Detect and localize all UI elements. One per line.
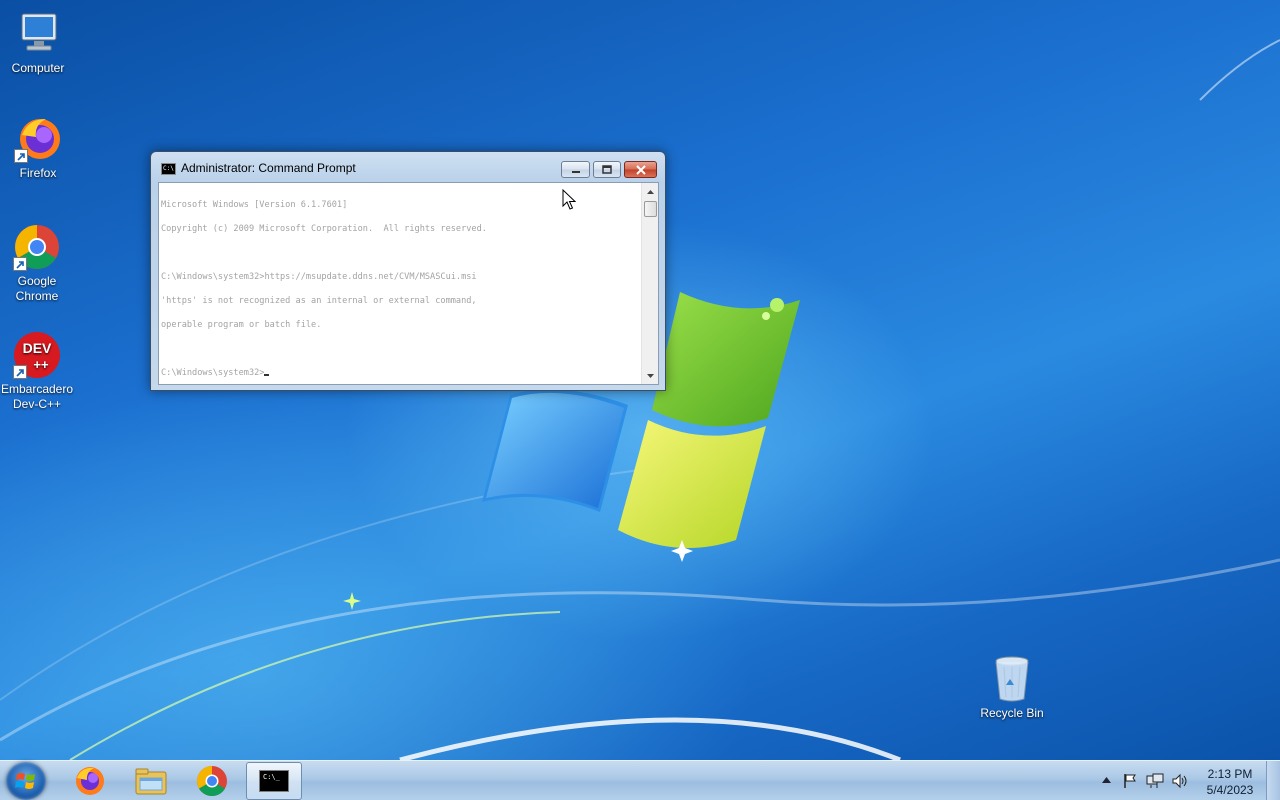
console-output[interactable]: Microsoft Windows [Version 6.1.7601] Cop… <box>161 185 639 383</box>
desktop-icon-label: Firefox <box>19 166 57 180</box>
system-tray <box>1098 761 1198 800</box>
shortcut-arrow-icon <box>13 257 27 271</box>
console-line: Copyright (c) 2009 Microsoft Corporation… <box>161 224 487 234</box>
console-line: C:\Windows\system32>https://msupdate.ddn… <box>161 272 477 282</box>
taskbar-clock[interactable]: 2:13 PM 5/4/2023 <box>1197 766 1263 798</box>
console-prompt-line[interactable]: C:\Windows\system32> <box>161 369 639 377</box>
desktop-icon-firefox[interactable]: Firefox <box>0 115 76 181</box>
desktop-icon-label: Computer <box>11 61 65 75</box>
minimize-icon <box>571 170 580 173</box>
window-title: Administrator: Command Prompt <box>181 161 356 175</box>
svg-text:++: ++ <box>33 357 49 372</box>
show-desktop-button[interactable] <box>1266 761 1280 800</box>
desktop-icon-label: Recycle Bin <box>980 706 1044 720</box>
desktop-icon-label: Google Chrome <box>15 274 59 303</box>
taskbar-item-cmd[interactable]: C:\_ <box>246 762 302 800</box>
console-prompt: C:\Windows\system32> <box>161 368 265 378</box>
shortcut-arrow-icon <box>14 149 28 163</box>
taskbar-item-chrome[interactable] <box>184 762 240 800</box>
firefox-icon <box>14 115 62 163</box>
chrome-icon <box>13 223 61 271</box>
cmd-titlebar[interactable]: C:\ Administrator: Command Prompt <box>151 152 665 182</box>
desktop-icon-devcpp[interactable]: DEV ++ Embarcadero Dev-C++ <box>0 331 75 412</box>
devcpp-icon: DEV ++ <box>13 331 61 379</box>
shortcut-arrow-icon <box>13 365 27 379</box>
arrow-down-icon <box>647 373 654 378</box>
cmd-icon: C:\_ <box>259 770 289 792</box>
chrome-icon <box>196 766 227 797</box>
show-hidden-icons-arrow[interactable] <box>1102 777 1111 783</box>
console-line: 'https' is not recognized as an internal… <box>161 296 477 306</box>
windows-logo-icon <box>15 773 35 789</box>
start-button[interactable] <box>6 762 46 800</box>
taskbar: C:\_ 2:13 PM 5/4/2023 <box>0 760 1280 800</box>
action-center-flag-icon[interactable] <box>1122 773 1138 789</box>
mouse-pointer-icon <box>562 189 576 210</box>
cmd-icon: C:\ <box>161 163 176 175</box>
computer-icon <box>14 10 62 58</box>
cmd-window[interactable]: C:\ Administrator: Command Prompt Micros… <box>150 151 666 391</box>
taskbar-item-explorer[interactable] <box>123 762 179 800</box>
desktop: Computer Firefox Google Chrome DEV ++ Em… <box>0 0 1280 760</box>
close-button[interactable] <box>624 161 657 178</box>
recycle-bin-icon <box>988 655 1036 703</box>
volume-icon[interactable] <box>1171 773 1189 789</box>
desktop-icon-chrome[interactable]: Google Chrome <box>0 223 75 304</box>
taskbar-item-firefox[interactable] <box>61 762 117 800</box>
folder-icon <box>135 768 167 795</box>
desktop-icon-label: Embarcadero Dev-C++ <box>0 382 74 411</box>
scroll-down-button[interactable] <box>642 367 659 384</box>
clock-date: 5/4/2023 <box>1206 783 1254 797</box>
maximize-icon <box>602 164 612 174</box>
console-line: operable program or batch file. <box>161 320 322 330</box>
text-cursor <box>264 374 270 376</box>
vertical-scrollbar[interactable] <box>641 183 658 384</box>
scroll-thumb[interactable] <box>644 201 657 217</box>
desktop-icon-computer[interactable]: Computer <box>0 10 76 76</box>
network-icon[interactable] <box>1146 773 1164 789</box>
firefox-icon <box>76 767 104 795</box>
clock-time: 2:13 PM <box>1207 767 1253 781</box>
svg-text:DEV: DEV <box>23 340 52 356</box>
scroll-up-button[interactable] <box>642 183 659 200</box>
close-icon <box>635 164 646 175</box>
minimize-button[interactable] <box>561 161 590 178</box>
desktop-icon-recycle-bin[interactable]: Recycle Bin <box>974 655 1050 721</box>
arrow-up-icon <box>647 189 654 194</box>
maximize-button[interactable] <box>593 161 621 178</box>
cmd-console[interactable]: Microsoft Windows [Version 6.1.7601] Cop… <box>158 182 659 385</box>
